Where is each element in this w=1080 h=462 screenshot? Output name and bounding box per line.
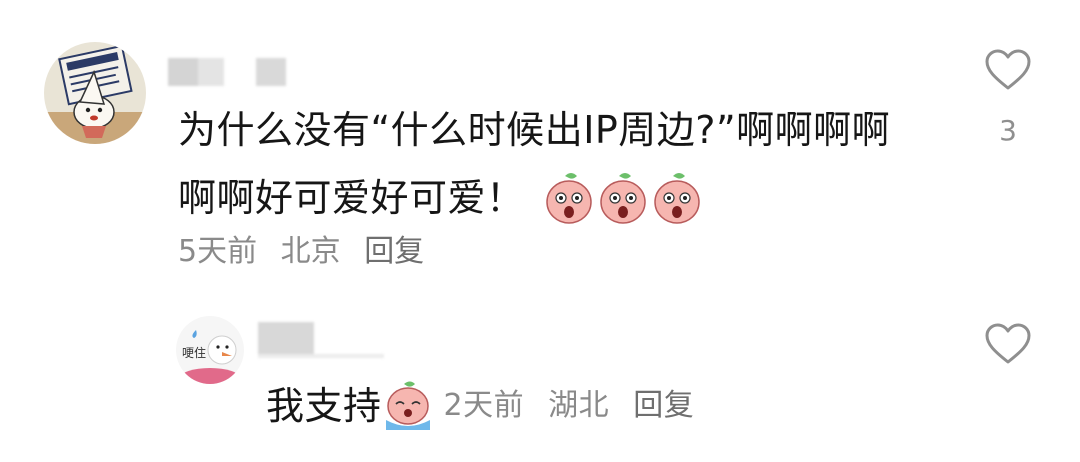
peach-crying-sticker (385, 381, 430, 430)
reply-location: 湖北 (548, 388, 610, 423)
reply-time: 2天前 (443, 388, 525, 423)
comment-text-line-2: 啊啊好可爱好可爱！ (178, 176, 525, 220)
comment-location: 北京 (280, 234, 341, 269)
reply-avatar-text: 哽住 (182, 346, 207, 360)
heart-icon (985, 49, 1031, 90)
comment-time: 5天前 (178, 234, 258, 269)
avatar[interactable] (44, 42, 146, 144)
like-button[interactable] (984, 48, 1032, 92)
peach-shocked-sticker (599, 173, 646, 224)
reply-button[interactable]: 回复 (364, 234, 424, 269)
reply-avatar[interactable]: 哽住 (176, 316, 244, 384)
comment-meta: 5天前 北京 回复 (178, 234, 438, 270)
comment-text-line-2-row: 啊啊好可爱好可爱！ (178, 170, 703, 226)
peach-shocked-sticker (653, 173, 700, 224)
reply-username-redacted (258, 322, 388, 358)
peach-shocked-sticker (545, 173, 592, 224)
heart-icon (985, 323, 1031, 364)
reply-meta: 2天前 湖北 回复 (444, 388, 709, 424)
avatar-image (44, 42, 146, 144)
reply-reply-button[interactable]: 回复 (633, 388, 694, 423)
reply-text-row: 我支持 2天前 湖北 回复 (266, 380, 708, 432)
like-count: 3 (999, 114, 1017, 147)
comment-text-line-1: 为什么没有“什么时候出IP周边?”啊啊啊啊 (178, 108, 891, 152)
username-redacted (168, 58, 288, 88)
reply-like-button[interactable] (984, 322, 1032, 366)
reply-text: 我支持 (266, 384, 382, 428)
